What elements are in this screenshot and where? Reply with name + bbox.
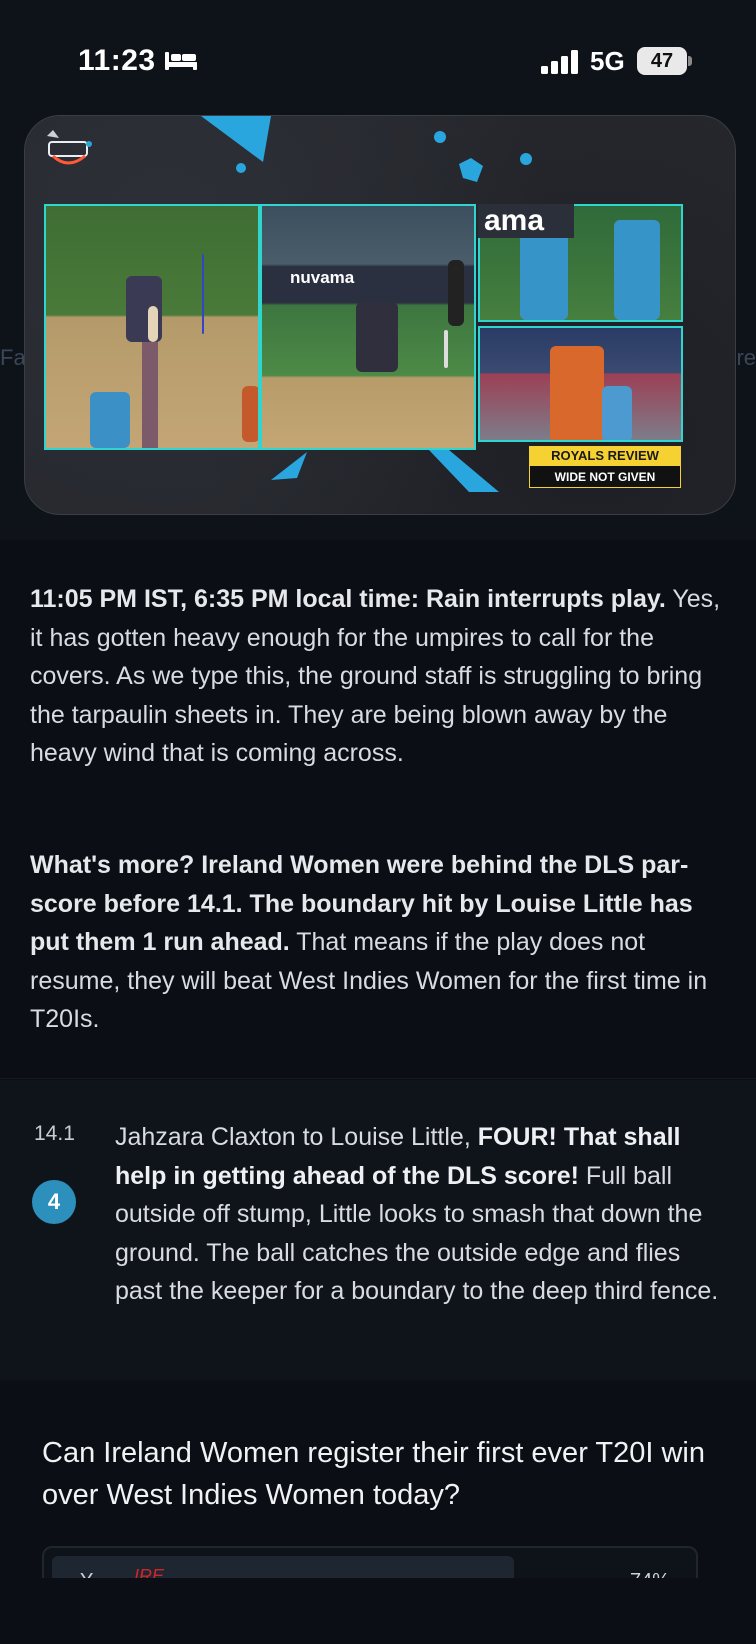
signal-icon bbox=[541, 50, 578, 74]
picture-in-picture-video[interactable]: nuvama ama ROYALS REVIEW WIDE NOT GIVEN bbox=[24, 115, 736, 515]
runs-badge: 4 bbox=[32, 1180, 76, 1224]
adjacent-tab-left[interactable]: Fa bbox=[0, 345, 26, 371]
bed-icon bbox=[165, 52, 197, 70]
adjacent-tab-right[interactable]: re bbox=[736, 345, 756, 371]
umpire-figure bbox=[448, 260, 464, 326]
bottom-overlay bbox=[0, 1578, 756, 1644]
fielder-closeup bbox=[602, 386, 632, 440]
ball-description: Jahzara Claxton to Louise Little, FOUR! … bbox=[115, 1118, 725, 1311]
commentary-paragraph: What's more? Ireland Women were behind t… bbox=[0, 846, 756, 1039]
over-number: 14.1 bbox=[34, 1122, 75, 1145]
ball-commentary-item: 14.1 4 Jahzara Claxton to Louise Little,… bbox=[0, 1080, 756, 1380]
review-title: ROYALS REVIEW bbox=[529, 446, 681, 466]
player-figure bbox=[520, 228, 568, 320]
sponsor-board: nuvama bbox=[290, 268, 355, 287]
commentary-section: 11:05 PM IST, 6:35 PM local time: Rain i… bbox=[0, 540, 756, 1080]
decor-shard bbox=[429, 450, 499, 492]
ball-bowler-batter: Jahzara Claxton to Louise Little, bbox=[115, 1123, 478, 1151]
status-bar: 11:23 5G 47 bbox=[0, 0, 756, 120]
battery-tip bbox=[688, 56, 692, 66]
camera-feed-wide: nuvama bbox=[260, 204, 476, 450]
battery-icon: 47 bbox=[637, 47, 687, 75]
pitch-strip bbox=[142, 342, 158, 448]
commentary-headline: 11:05 PM IST, 6:35 PM local time: Rain i… bbox=[30, 585, 666, 613]
poll-question: Can Ireland Women register their first e… bbox=[42, 1437, 705, 1511]
camera-feed-pitch bbox=[44, 204, 260, 450]
sponsor-panel: ama bbox=[478, 204, 574, 238]
decor-dot bbox=[236, 163, 246, 173]
decor-gem bbox=[459, 158, 483, 182]
keeper-figure bbox=[90, 392, 130, 448]
divider bbox=[0, 1078, 756, 1079]
commentary-paragraph: 11:05 PM IST, 6:35 PM local time: Rain i… bbox=[0, 580, 756, 773]
batter-figure bbox=[356, 302, 398, 372]
decor-shard bbox=[201, 116, 271, 162]
review-banner: ROYALS REVIEW WIDE NOT GIVEN bbox=[529, 446, 681, 488]
review-status: WIDE NOT GIVEN bbox=[529, 466, 681, 488]
decor-shard bbox=[271, 452, 307, 480]
camera-feed-closeup bbox=[478, 326, 683, 442]
stumps bbox=[444, 330, 448, 368]
league-logo bbox=[47, 130, 92, 165]
player-figure bbox=[614, 220, 660, 320]
batter-closeup bbox=[550, 346, 604, 440]
network-type: 5G bbox=[590, 46, 625, 76]
status-time: 11:23 bbox=[78, 44, 156, 77]
decor-dot bbox=[434, 131, 446, 143]
fielder-figure bbox=[242, 386, 258, 442]
stumps bbox=[148, 306, 158, 342]
decor-dot bbox=[520, 153, 532, 165]
ball-tracking-line bbox=[202, 254, 204, 334]
